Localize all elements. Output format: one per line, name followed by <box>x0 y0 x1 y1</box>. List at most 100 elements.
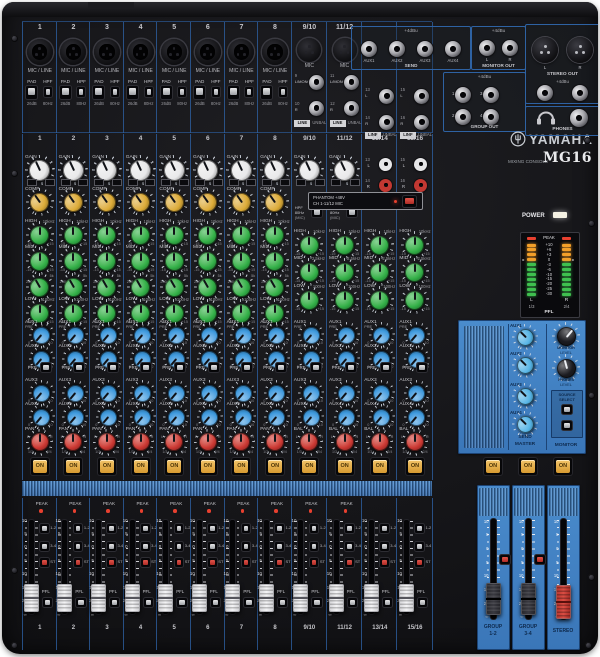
ch2-assign-1-2[interactable] <box>73 524 83 533</box>
group-3-4-on-button[interactable]: ON <box>519 458 537 475</box>
pad-switch-ch2[interactable] <box>59 86 71 99</box>
ch11/12-high-knob[interactable] <box>335 235 355 255</box>
ch2-pan-knob[interactable] <box>64 433 83 451</box>
pad-switch-ch4[interactable] <box>127 86 139 99</box>
pad-switch-ch6[interactable] <box>194 86 206 99</box>
ch2-pre-switch[interactable] <box>74 363 85 372</box>
ch1-pan-knob[interactable] <box>30 433 49 451</box>
ch13/14-on-button[interactable]: ON <box>370 458 389 475</box>
ch13/14-assign-1-2[interactable] <box>380 524 389 533</box>
hpf-switch-ch4[interactable] <box>144 87 153 97</box>
hpf-switch-ch7[interactable] <box>245 87 254 97</box>
ch11/12-pre-switch[interactable] <box>346 363 357 372</box>
ch8-on-button[interactable]: ON <box>265 458 284 475</box>
ch9/10-assign-3-4[interactable] <box>309 542 319 551</box>
ch7-assign-3-4[interactable] <box>241 542 251 551</box>
ch15/16-pfl-button[interactable] <box>417 598 428 607</box>
ch8-pfl-button[interactable] <box>277 598 288 607</box>
ch15/16-pre-switch[interactable] <box>416 363 427 372</box>
ch9/10-low-knob[interactable] <box>299 290 319 310</box>
ch15/16-assign-1-2[interactable] <box>415 524 424 533</box>
ch2-assign-ST[interactable] <box>73 558 83 567</box>
ch7-on-button[interactable]: ON <box>232 458 251 475</box>
ch13/14-fader[interactable] <box>363 584 379 612</box>
ch13/14-assign-3-4[interactable] <box>380 542 389 551</box>
group-1-2-on-button[interactable]: ON <box>484 458 502 475</box>
ch15/16-pan-knob[interactable] <box>405 433 424 451</box>
ch4-fader[interactable] <box>124 584 140 612</box>
group-1-2-st-assign[interactable] <box>499 555 510 564</box>
ch5-on-button[interactable]: ON <box>165 458 184 475</box>
ch7-assign-1-2[interactable] <box>241 524 251 533</box>
ch8-pre-switch[interactable] <box>275 363 286 372</box>
ch6-on-button[interactable]: ON <box>198 458 217 475</box>
ch1-on-button[interactable]: ON <box>30 458 49 475</box>
ch5-assign-1-2[interactable] <box>174 524 184 533</box>
ch9/10-high-knob[interactable] <box>299 235 319 255</box>
ch8-assign-3-4[interactable] <box>275 542 284 551</box>
pad-switch-ch5[interactable] <box>160 86 172 99</box>
ch1-assign-3-4[interactable] <box>40 542 49 551</box>
hpf-switch-ch5[interactable] <box>178 87 187 97</box>
pad-switch-ch8[interactable] <box>261 86 273 99</box>
group-1-2-fader[interactable] <box>485 583 501 615</box>
ch1-fader[interactable] <box>23 584 39 612</box>
ch15/16-on-button[interactable]: ON <box>405 458 424 475</box>
ch9/10-pfl-button[interactable] <box>312 598 322 607</box>
ch11/12-on-button[interactable]: ON <box>335 458 354 475</box>
ch15/16-assign-ST[interactable] <box>415 558 424 567</box>
ch9/10-on-button[interactable]: ON <box>300 458 319 475</box>
ch11/12-fader[interactable] <box>328 584 344 612</box>
ch11/12-assign-3-4[interactable] <box>345 542 354 551</box>
ch4-assign-1-2[interactable] <box>141 524 150 533</box>
stereo-on-button[interactable]: ON <box>554 458 572 475</box>
ch3-pan-knob[interactable] <box>97 433 116 451</box>
group-3-4-fader[interactable] <box>520 583 536 615</box>
ch11/12-mid-knob[interactable] <box>335 262 355 282</box>
ch2-pfl-button[interactable] <box>76 598 86 607</box>
ch6-assign-1-2[interactable] <box>208 524 217 533</box>
ch3-pre-switch[interactable] <box>107 363 118 372</box>
phantom-switch[interactable] <box>403 195 416 207</box>
ch6-assign-ST[interactable] <box>208 558 217 567</box>
pad-switch-ch3[interactable] <box>93 86 105 99</box>
hpf-switch-ch2[interactable] <box>77 87 86 97</box>
ch15/16-low-knob[interactable] <box>405 290 425 310</box>
ch7-fader[interactable] <box>225 584 241 612</box>
ch5-pfl-button[interactable] <box>177 598 187 607</box>
ch4-assign-3-4[interactable] <box>141 542 150 551</box>
ch13/14-low-knob[interactable] <box>370 290 390 310</box>
ch11/12-assign-1-2[interactable] <box>345 524 354 533</box>
ch4-pre-switch[interactable] <box>141 363 152 372</box>
ch11/12-pan-knob[interactable] <box>335 433 354 451</box>
hpf-switch-ch6[interactable] <box>211 87 220 97</box>
ch6-fader[interactable] <box>191 584 207 612</box>
ch6-pfl-button[interactable] <box>210 598 221 607</box>
ch6-pre-switch[interactable] <box>208 363 219 372</box>
ch1-assign-1-2[interactable] <box>40 524 49 533</box>
ch7-pre-switch[interactable] <box>242 363 253 372</box>
ch3-fader[interactable] <box>90 584 106 612</box>
hpf-switch-ch3[interactable] <box>110 87 119 97</box>
ch15/16-assign-3-4[interactable] <box>415 542 424 551</box>
source-select-switch-1[interactable] <box>562 405 572 414</box>
ch7-pan-knob[interactable] <box>232 433 251 451</box>
ch8-assign-1-2[interactable] <box>275 524 284 533</box>
ch5-assign-3-4[interactable] <box>174 542 184 551</box>
ch13/14-pan-knob[interactable] <box>370 433 389 451</box>
ch6-assign-3-4[interactable] <box>208 542 217 551</box>
ch9/10-pan-knob[interactable] <box>300 433 319 451</box>
ch1-pre-switch[interactable] <box>40 363 51 372</box>
ch5-assign-ST[interactable] <box>174 558 184 567</box>
ch13/14-high-knob[interactable] <box>370 235 390 255</box>
ch7-assign-ST[interactable] <box>241 558 251 567</box>
ch8-pan-knob[interactable] <box>265 433 284 451</box>
ch6-pan-knob[interactable] <box>198 433 217 451</box>
ch15/16-mid-knob[interactable] <box>405 262 425 282</box>
ch9/10-pre-switch[interactable] <box>310 363 321 372</box>
ch1-pfl-button[interactable] <box>42 598 53 607</box>
ch5-pre-switch[interactable] <box>174 363 185 372</box>
ch3-assign-ST[interactable] <box>107 558 116 567</box>
ch9/10-mid-knob[interactable] <box>299 262 319 282</box>
ch4-assign-ST[interactable] <box>141 558 150 567</box>
